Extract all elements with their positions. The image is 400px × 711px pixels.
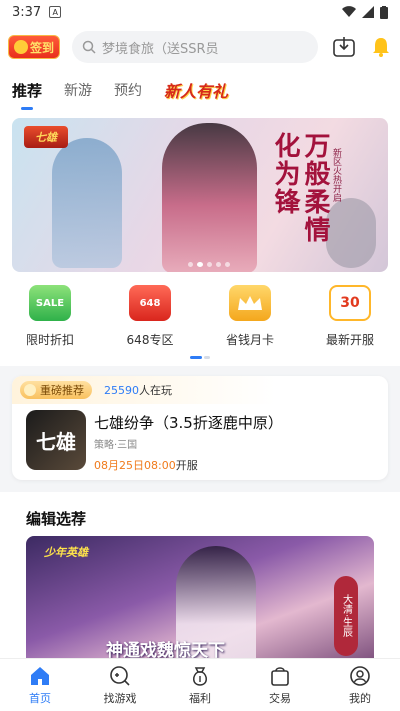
- signal-icon: [362, 6, 374, 18]
- profile-icon: [350, 665, 370, 686]
- banner-dot: [188, 262, 193, 267]
- battery-icon: [380, 5, 388, 19]
- featured-badge-label: 重磅推荐: [40, 384, 84, 397]
- poster-slogan: 神通戏魏惊天下: [106, 641, 225, 658]
- home-icon: [31, 666, 49, 685]
- category-tabs: 推荐 新游 预约 新人有礼: [0, 70, 400, 110]
- 648-zone-icon: 648: [129, 285, 171, 321]
- banner-dot: [225, 262, 230, 267]
- nav-welfare[interactable]: 福利: [160, 659, 240, 711]
- quick-entry-new-servers[interactable]: 30 最新开服: [300, 285, 400, 355]
- poster-game-logo: 少年英雄: [44, 546, 88, 559]
- pager-active: [190, 356, 202, 359]
- featured-badge: 重磅推荐: [20, 381, 92, 399]
- search-placeholder: 梦境食旅（送SSR员: [102, 41, 219, 57]
- tab-reserve[interactable]: 预约: [114, 80, 142, 100]
- editor-picks-section: 编辑选荐 少年英雄 大清·生辰 神通戏魏惊天下: [12, 492, 388, 658]
- tab-new-games[interactable]: 新游: [64, 80, 92, 100]
- game-name: 七雄纷争（3.5折逐鹿中原）: [94, 414, 283, 432]
- game-category: 策略·三国: [94, 440, 138, 451]
- banner-game-logo: 七雄: [24, 126, 68, 148]
- home-feed[interactable]: 七雄 万般柔情化为锋 新区火热开启 SALE 限时折扣 648 648专区 省钱…: [0, 110, 400, 658]
- crown-card-icon: [229, 285, 271, 321]
- nav-label: 我的: [349, 691, 371, 705]
- top-bar: 签到 梦境食旅（送SSR员: [0, 24, 400, 70]
- banner-slogan: 万般柔情化为锋: [270, 132, 330, 244]
- banner-heroine: [162, 123, 257, 272]
- status-time: 3:37: [12, 4, 42, 20]
- quick-entry-label: 最新开服: [325, 333, 374, 347]
- tab-newcomer-gift[interactable]: 新人有礼: [164, 78, 228, 102]
- coin-icon: [13, 40, 28, 54]
- trade-bag-icon: [271, 666, 289, 686]
- nav-label: 找游戏: [103, 691, 137, 705]
- nav-label: 交易: [269, 691, 291, 705]
- banner-pagination: [188, 262, 230, 267]
- banner-side-text: 新区火热开启: [331, 148, 341, 202]
- nav-find-game[interactable]: 找游戏: [80, 659, 160, 711]
- tab-recommend[interactable]: 推荐: [12, 80, 42, 101]
- server-open-time: 08月25日08:00开服: [94, 457, 198, 473]
- featured-game-card[interactable]: 重磅推荐 25590人在玩 七雄 七雄纷争（3.5折逐鹿中原） 策略·三国 08…: [12, 376, 388, 480]
- banner-character: [52, 138, 122, 268]
- nav-trade[interactable]: 交易: [240, 659, 320, 711]
- quick-entry-label: 648专区: [126, 333, 174, 347]
- welfare-bag-icon: [193, 666, 207, 686]
- pager-inactive: [204, 356, 210, 359]
- quick-entry-648-zone[interactable]: 648 648专区: [100, 285, 200, 355]
- poster-side-label: 大清·生辰: [334, 576, 358, 656]
- quick-entry-flash-sale[interactable]: SALE 限时折扣: [0, 285, 100, 355]
- featured-tag-row: 重磅推荐 25590人在玩: [12, 376, 388, 404]
- banner-dot: [216, 262, 221, 267]
- game-thumbnail[interactable]: 七雄: [26, 410, 86, 470]
- open-time-suffix: 开服: [175, 459, 198, 472]
- nav-label: 福利: [189, 691, 211, 705]
- sale-tag-icon: SALE: [29, 285, 71, 321]
- quick-entry-monthly-card[interactable]: 省钱月卡: [200, 285, 300, 355]
- quick-entry-label: 限时折扣: [25, 333, 74, 347]
- bell-icon[interactable]: [370, 36, 392, 58]
- search-input[interactable]: 梦境食旅（送SSR员: [72, 31, 318, 63]
- nav-home[interactable]: 首页: [0, 659, 80, 711]
- online-count-suffix: 人在玩: [139, 384, 172, 397]
- open-time-value: 08月25日08:00: [94, 459, 176, 472]
- online-count: 25590人在玩: [104, 382, 172, 398]
- status-bar: 3:37 A: [0, 0, 400, 24]
- quick-entries-pager: [190, 356, 210, 359]
- banner-dot-active: [197, 262, 203, 267]
- nav-label: 首页: [29, 691, 51, 705]
- bottom-nav: 首页 找游戏 福利 交易 我的: [0, 658, 400, 711]
- download-manager-icon[interactable]: [332, 35, 356, 59]
- quick-entries: SALE 限时折扣 648 648专区 省钱月卡 30 最新开服: [0, 285, 400, 355]
- calendar-icon: 30: [329, 285, 371, 321]
- section-title: 编辑选荐: [26, 510, 87, 528]
- wifi-icon: [342, 6, 356, 18]
- sign-in-label: 签到: [29, 40, 54, 55]
- online-count-number: 25590: [104, 384, 139, 397]
- promo-banner[interactable]: 七雄 万般柔情化为锋 新区火热开启: [12, 118, 388, 272]
- quick-entry-label: 省钱月卡: [225, 333, 274, 347]
- nav-profile[interactable]: 我的: [320, 659, 400, 711]
- editor-pick-poster[interactable]: 少年英雄 大清·生辰 神通戏魏惊天下: [26, 536, 374, 658]
- search-icon: [82, 40, 96, 54]
- star-icon: [24, 384, 36, 396]
- find-game-icon: [110, 665, 130, 686]
- notification-badge-icon: A: [49, 6, 62, 18]
- sign-in-button[interactable]: 签到: [8, 35, 60, 59]
- banner-dot: [207, 262, 212, 267]
